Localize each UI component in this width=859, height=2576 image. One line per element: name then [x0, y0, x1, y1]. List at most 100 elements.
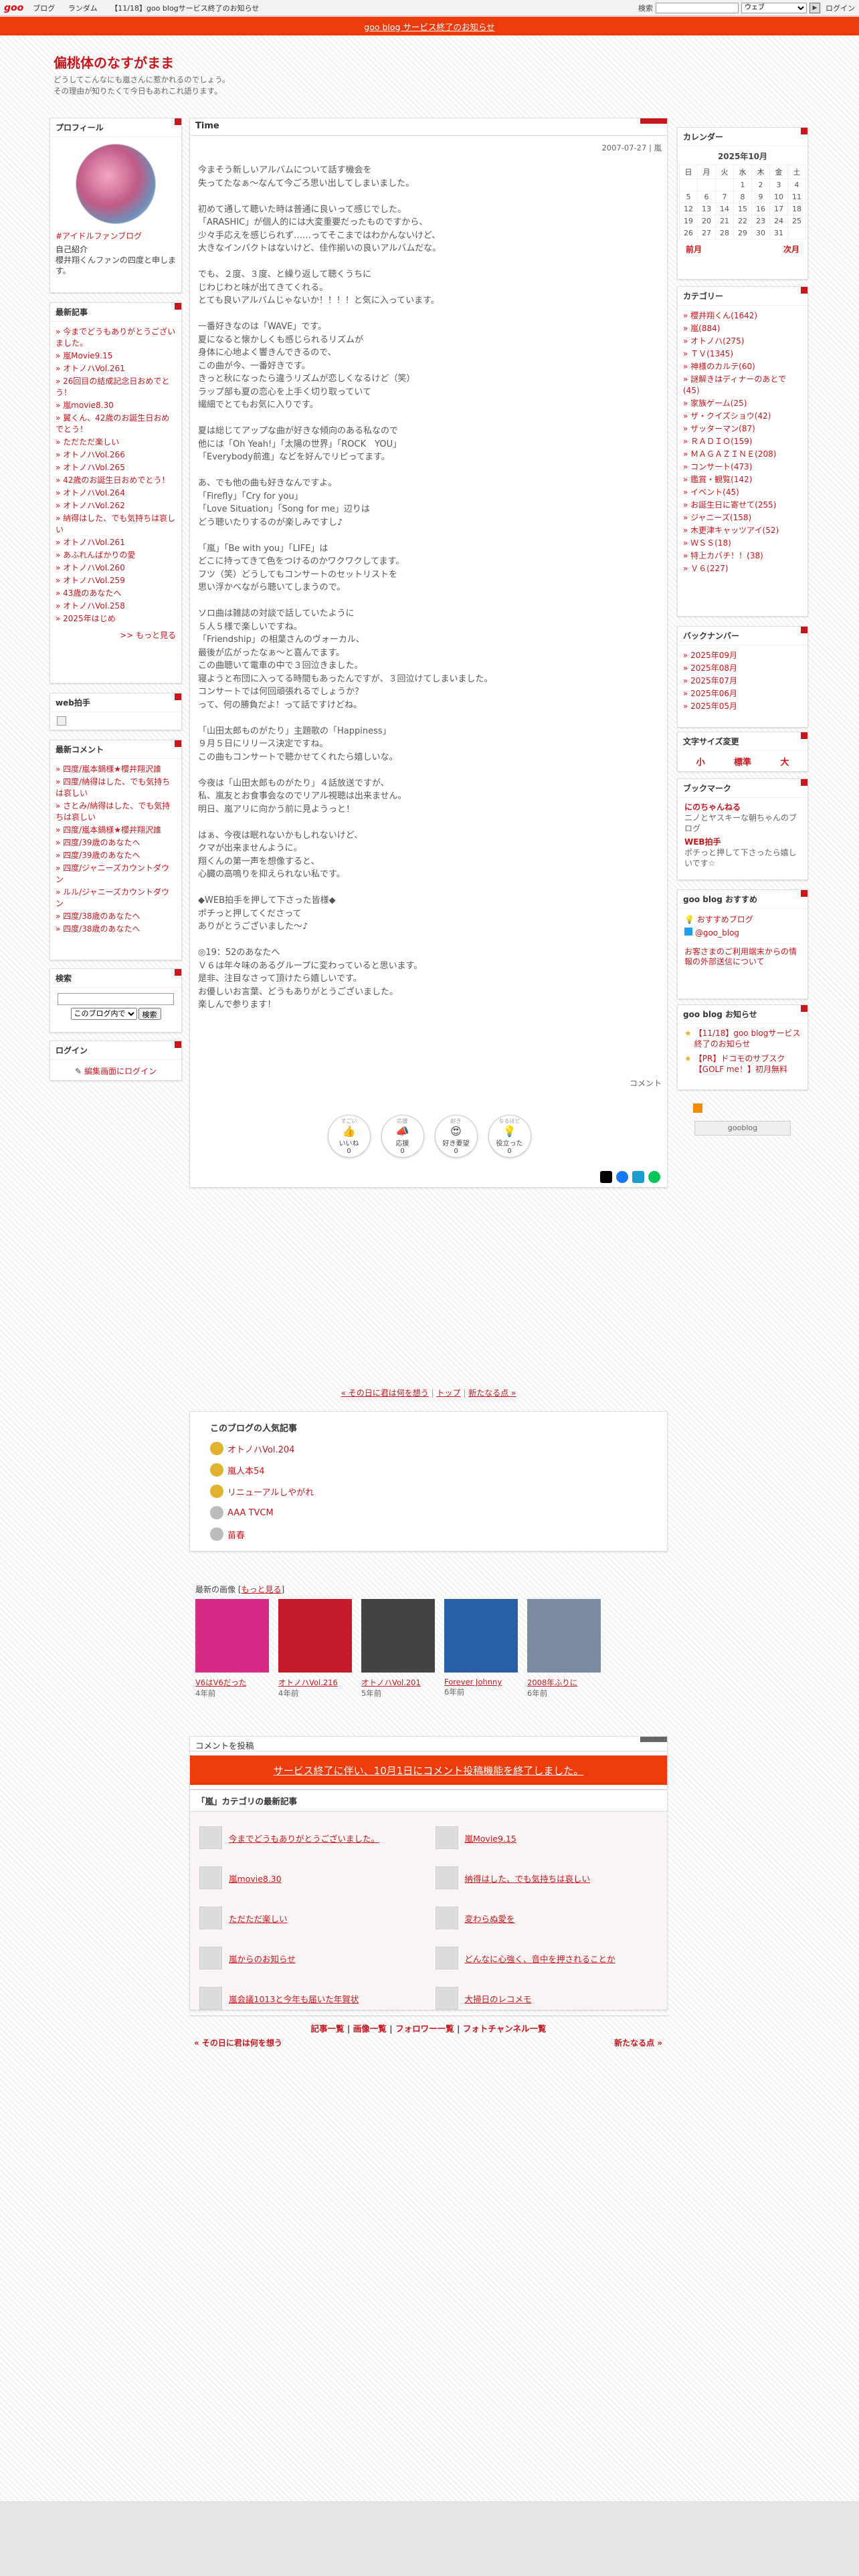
category-post-link[interactable]: どんなに心強く、音中を押されることか: [465, 1952, 615, 1965]
category-post-link[interactable]: 嵐会議1013と今年も届いた年賀状: [229, 1992, 359, 2005]
recent-post-item[interactable]: オトノハVol.262: [56, 500, 176, 512]
popular-item[interactable]: 嵐人本54: [210, 1459, 647, 1481]
popular-link[interactable]: 嵐人本54: [227, 1464, 265, 1477]
nav-notice[interactable]: 【11/18】goo blogサービス終了のお知らせ: [110, 4, 259, 13]
category-post-item[interactable]: 変わらぬ愛を: [435, 1907, 658, 1929]
comment-item[interactable]: 四度/38歳のあなたへ: [56, 910, 176, 923]
category-item[interactable]: コンサート(473): [683, 461, 802, 473]
popular-item[interactable]: AAA TVCM: [210, 1502, 647, 1523]
category-item[interactable]: 家族ゲーム(25): [683, 397, 802, 410]
image-thumb-item[interactable]: オトノハVol.216 4年前: [278, 1599, 353, 1699]
prev-entry-link[interactable]: « その日に君は何を想う: [341, 1388, 429, 1398]
recent-post-item[interactable]: 今までどうもありがとうございました。: [56, 326, 176, 350]
bookmark-webclap-link[interactable]: WEB拍手: [684, 837, 801, 847]
category-item[interactable]: ＴＶ(1345): [683, 348, 802, 360]
recent-post-item[interactable]: オトノハVol.265: [56, 461, 176, 474]
comment-item[interactable]: さとみ/納得はした、でも気持ちは哀しい: [56, 800, 176, 824]
line-share-icon[interactable]: [648, 1171, 660, 1183]
recent-post-item[interactable]: 納得はした、でも気持ちは哀しい: [56, 512, 176, 536]
image-thumb-item[interactable]: オトノハVol.201 5年前: [361, 1599, 436, 1699]
profile-tag[interactable]: #アイドルファンブログ: [56, 231, 142, 241]
recent-post-item[interactable]: 翼くん、42歳のお誕生日おめでとう！: [56, 412, 176, 436]
comment-item[interactable]: 四度/38歳のあなたへ: [56, 923, 176, 936]
category-post-link[interactable]: 嵐Movie9.15: [465, 1832, 516, 1844]
font-large-button[interactable]: 大: [780, 755, 789, 768]
search-go-button[interactable]: ▶: [809, 2, 820, 13]
popular-link[interactable]: リニューアルしやがれ: [227, 1485, 314, 1498]
font-medium-button[interactable]: 標準: [734, 755, 751, 768]
recent-post-item[interactable]: 嵐Movie9.15: [56, 350, 176, 362]
category-item[interactable]: ザ・クイズショウ(42): [683, 410, 802, 423]
comment-item[interactable]: 四度/納得はした、でも気持ちは哀しい: [56, 776, 176, 800]
thumb-caption[interactable]: オトノハVol.216: [278, 1677, 353, 1688]
webclap-image-icon[interactable]: [57, 716, 66, 726]
popular-link[interactable]: オトノハVol.204: [227, 1442, 294, 1455]
x-share-icon[interactable]: [600, 1171, 612, 1183]
recent-post-item[interactable]: あふれんばかりの愛: [56, 549, 176, 562]
category-post-item[interactable]: 嵐Movie9.15: [435, 1826, 658, 1849]
login-link[interactable]: ログイン: [826, 3, 855, 13]
popular-item[interactable]: オトノハVol.204: [210, 1438, 647, 1459]
external-transmission-link[interactable]: お客さまのご利用端末からの情報の外部送信について: [684, 947, 797, 966]
backnumber-item[interactable]: 2025年07月: [683, 675, 802, 687]
reaction-button[interactable]: すごい 👍 いいね 0: [327, 1115, 371, 1158]
recent-post-item[interactable]: オトノハVol.260: [56, 562, 176, 574]
blog-search-scope[interactable]: このブログ内で: [70, 1008, 137, 1020]
category-post-link[interactable]: 今までどうもありがとうございました。: [229, 1832, 379, 1844]
backnumber-item[interactable]: 2025年08月: [683, 662, 802, 675]
category-item[interactable]: オトノハ(275): [683, 335, 802, 348]
category-item[interactable]: 神様のカルテ(60): [683, 360, 802, 373]
comment-item[interactable]: ルル/ジャニーズカウントダウン: [56, 886, 176, 910]
backnumber-item[interactable]: 2025年06月: [683, 687, 802, 700]
popular-link[interactable]: AAA TVCM: [227, 1508, 274, 1518]
recent-post-item[interactable]: ただただ楽しい: [56, 436, 176, 449]
category-item[interactable]: 木更津キャッツアイ(52): [683, 524, 802, 537]
category-post-item[interactable]: どんなに心強く、音中を押されることか: [435, 1947, 658, 1969]
top-link[interactable]: トップ: [436, 1388, 460, 1398]
category-post-item[interactable]: 嵐会議1013と今年も届いた年賀状: [199, 1987, 422, 2010]
reaction-button[interactable]: なるほど 💡 役立った 0: [488, 1115, 531, 1158]
comment-item[interactable]: 四度/嵐本鍋様★櫻井翔沢誰: [56, 824, 176, 837]
popular-item[interactable]: リニューアルしやがれ: [210, 1481, 647, 1502]
image-thumb-item[interactable]: Forever Johnny 6年前: [444, 1599, 519, 1699]
recent-post-item[interactable]: オトノハVol.261: [56, 536, 176, 549]
recent-post-item[interactable]: 嵐movie8.30: [56, 399, 176, 412]
avatar[interactable]: [76, 144, 156, 224]
facebook-share-icon[interactable]: [616, 1171, 628, 1183]
blog-title[interactable]: 偏桃体のなすがまま: [54, 52, 229, 72]
category-item[interactable]: 嵐(884): [683, 322, 802, 335]
nav-blog[interactable]: ブログ: [33, 4, 55, 13]
recent-post-item[interactable]: オトノハVol.266: [56, 449, 176, 461]
goo-blog-twitter-link[interactable]: @goo_blog: [695, 928, 739, 938]
category-item[interactable]: ジャニーズ(158): [683, 512, 802, 524]
golf-pr-link[interactable]: 【PR】ドコモのサブスク【GOLF me！】初月無料: [694, 1053, 801, 1075]
category-item[interactable]: 謎解きはディナーのあとで(45): [683, 373, 802, 397]
thumb-caption[interactable]: V6はV6だった: [195, 1677, 270, 1688]
recent-post-item[interactable]: 42歳のお誕生日おめでとう！: [56, 474, 176, 487]
thumb-caption[interactable]: Forever Johnny: [444, 1677, 519, 1687]
edit-login-link[interactable]: 編集画面にログイン: [84, 1067, 157, 1076]
footer-photochannel-link[interactable]: フォトチャンネル一覧: [463, 2024, 547, 2034]
thumbnail-image[interactable]: [361, 1599, 435, 1673]
category-post-item[interactable]: ただただ楽しい: [199, 1907, 422, 1929]
recent-post-item[interactable]: 26回目の結成記念日おめでとう！: [56, 375, 176, 399]
calendar-next-link[interactable]: 次月: [783, 243, 799, 255]
category-item[interactable]: Ｖ６(227): [683, 562, 802, 575]
recent-more-link[interactable]: >> もっと見る: [120, 631, 176, 640]
category-post-link[interactable]: 大掃日のレコメモ: [465, 1992, 532, 2005]
blog-search-button[interactable]: 検索: [138, 1008, 161, 1020]
category-item[interactable]: 特上カバチ！！(38): [683, 550, 802, 562]
category-item[interactable]: イベント(45): [683, 486, 802, 499]
thumbnail-image[interactable]: [195, 1599, 269, 1673]
recent-post-item[interactable]: 43歳のあなたへ: [56, 587, 176, 600]
reaction-button[interactable]: 好き 😍 好き要望 0: [434, 1115, 478, 1158]
category-item[interactable]: ＲＡＤＩＯ(159): [683, 435, 802, 448]
thumbnail-image[interactable]: [278, 1599, 352, 1673]
category-post-link[interactable]: 変わらぬ愛を: [465, 1912, 515, 1925]
image-thumb-item[interactable]: V6はV6だった 4年前: [195, 1599, 270, 1699]
recent-post-item[interactable]: オトノハVol.259: [56, 574, 176, 587]
recent-post-item[interactable]: オトノハVol.258: [56, 600, 176, 613]
footer-articles-link[interactable]: 記事一覧: [310, 2024, 344, 2034]
category-post-link[interactable]: 嵐movie8.30: [229, 1872, 282, 1885]
osusume-blog-link[interactable]: おすすめブログ: [697, 915, 753, 924]
